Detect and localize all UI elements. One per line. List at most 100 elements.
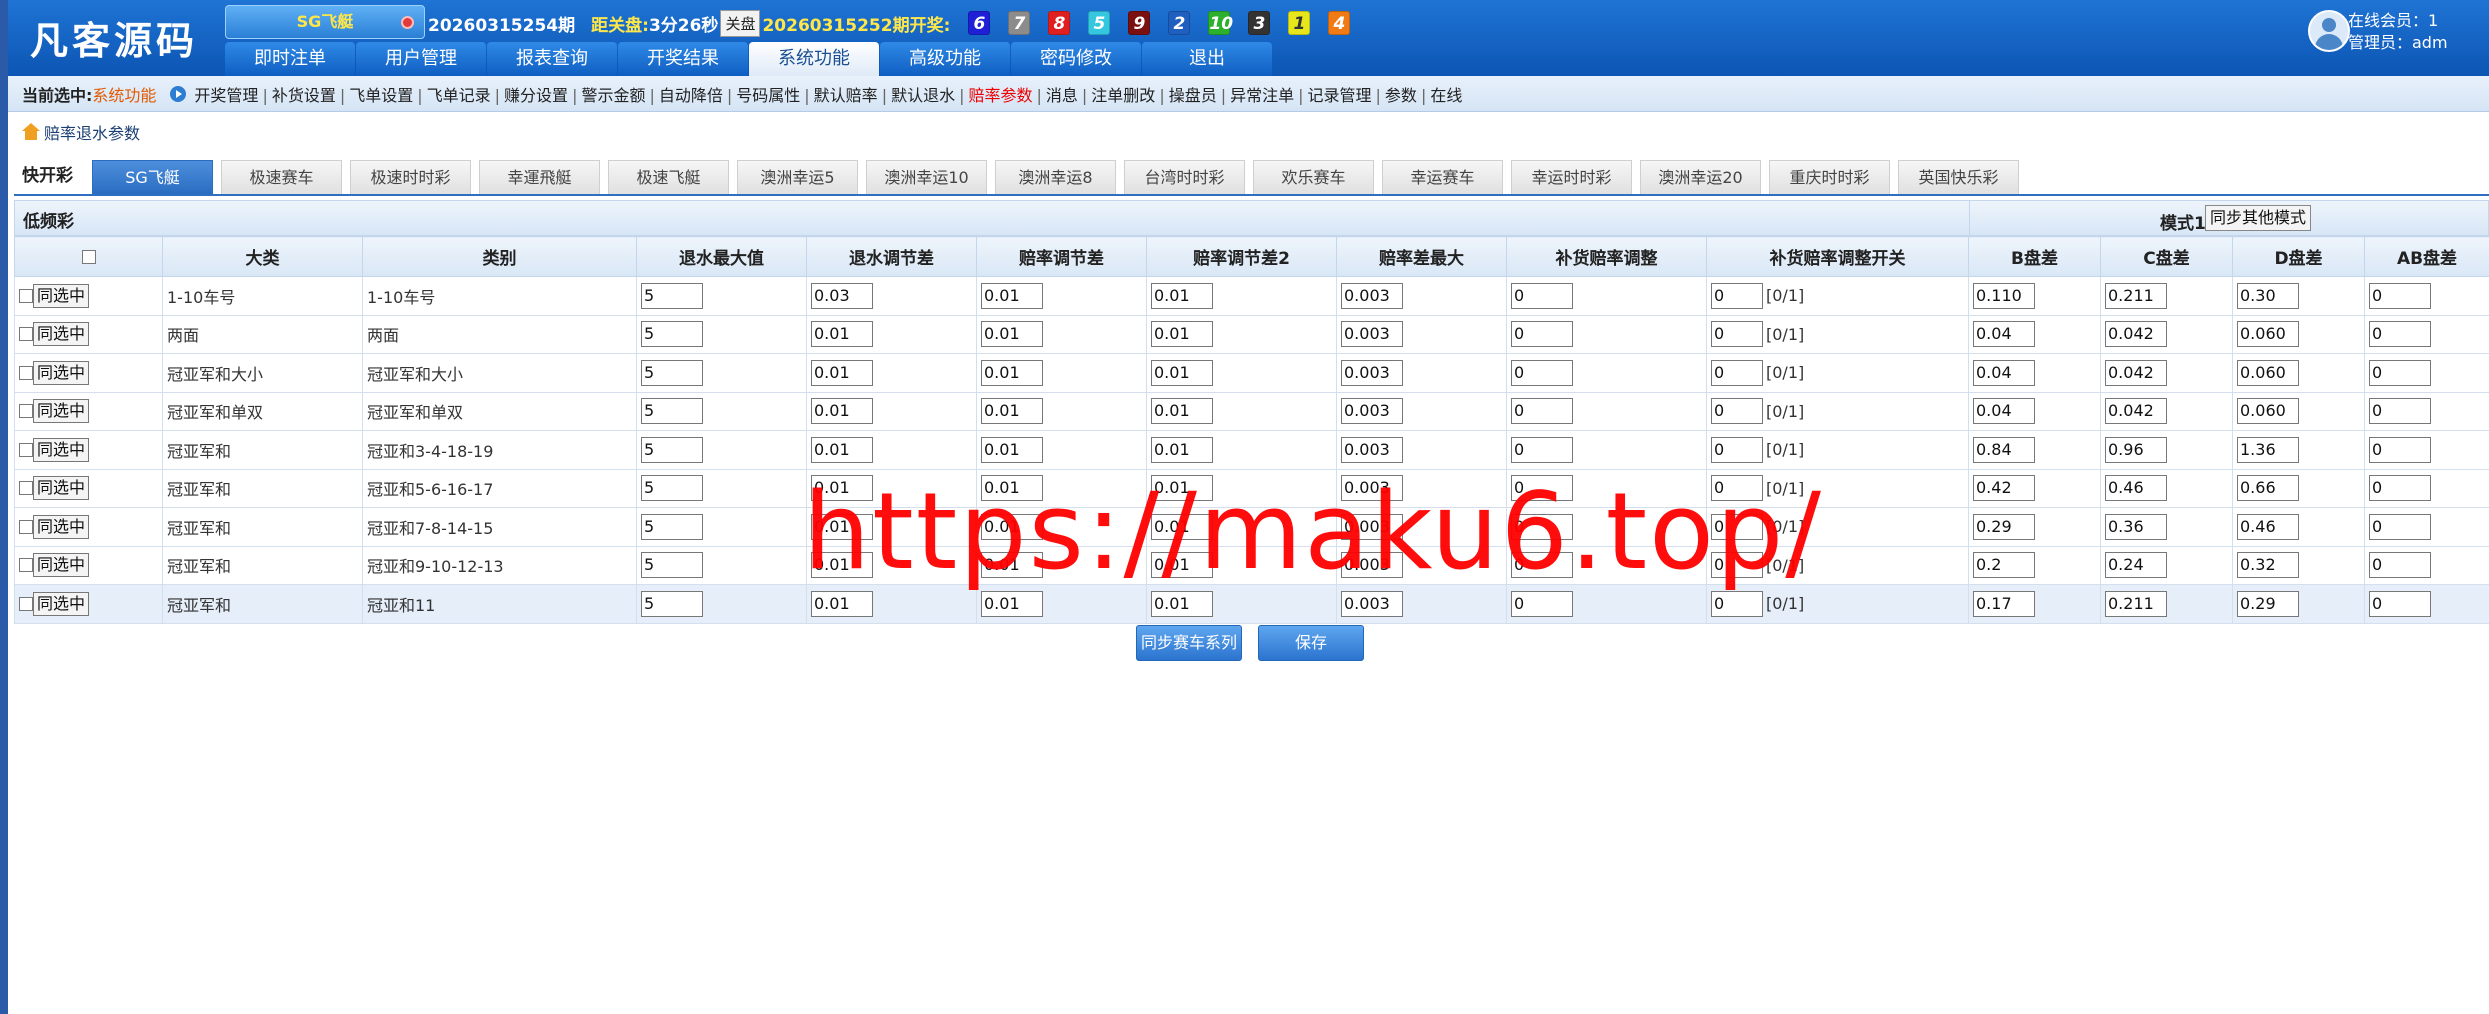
game-tab[interactable]: 台湾时时彩 [1124,160,1245,194]
value-input[interactable]: 0.211 [2105,282,2167,309]
value-input[interactable]: 0.01 [1151,321,1213,348]
value-input[interactable]: 0.46 [2237,513,2299,540]
sync-other-mode-button[interactable]: 同步其他模式 [2205,205,2312,231]
value-input[interactable]: 0 [1511,398,1573,425]
value-input[interactable]: 0 [1711,552,1763,579]
lottery-select[interactable]: SG飞艇 [225,5,425,39]
value-input[interactable]: 0 [1711,359,1763,386]
sync-selected-button[interactable]: 同选中 [33,437,90,462]
game-tab[interactable]: 幸運飛艇 [479,160,600,194]
value-input[interactable]: 0.17 [1973,590,2035,617]
sync-selected-button[interactable]: 同选中 [33,591,90,616]
value-input[interactable]: 0 [1711,282,1763,309]
game-tab[interactable]: 幸运赛车 [1382,160,1503,194]
value-input[interactable]: 0.01 [811,475,873,502]
value-input[interactable]: 0.003 [1341,282,1403,309]
value-input[interactable]: 5 [641,436,703,463]
sub-nav-item[interactable]: 警示金额 [581,86,645,105]
sub-nav-item[interactable]: 飞单设置 [349,86,413,105]
sub-nav-item[interactable]: 消息 [1046,86,1078,105]
value-input[interactable]: 0.01 [1151,282,1213,309]
game-tab[interactable]: SG飞艇 [92,160,213,194]
value-input[interactable]: 0.01 [811,436,873,463]
sub-nav-item[interactable]: 补货设置 [272,86,336,105]
sync-selected-button[interactable]: 同选中 [33,514,90,539]
value-input[interactable]: 0.01 [1151,513,1213,540]
save-button[interactable]: 保存 [1258,625,1364,661]
value-input[interactable]: 0.2 [1973,552,2035,579]
nav-tab[interactable]: 高级功能 [880,42,1010,76]
sync-selected-button[interactable]: 同选中 [33,399,90,424]
value-input[interactable]: 0.042 [2105,398,2167,425]
value-input[interactable]: 0.04 [1973,398,2035,425]
game-tab[interactable]: 澳洲幸运8 [995,160,1116,194]
value-input[interactable]: 0.46 [2105,475,2167,502]
close-market-button[interactable]: 关盘 [720,9,761,37]
value-input[interactable]: 0 [1711,321,1763,348]
value-input[interactable]: 0.01 [811,590,873,617]
value-input[interactable]: 0 [2369,398,2431,425]
value-input[interactable]: 0 [1511,321,1573,348]
value-input[interactable]: 0.003 [1341,513,1403,540]
value-input[interactable]: 0.003 [1341,359,1403,386]
game-tab[interactable]: 极速时时彩 [350,160,471,194]
value-input[interactable]: 0.84 [1973,436,2035,463]
value-input[interactable]: 5 [641,552,703,579]
value-input[interactable]: 0.01 [981,590,1043,617]
game-tab[interactable]: 澳洲幸运5 [737,160,858,194]
value-input[interactable]: 0.42 [1973,475,2035,502]
value-input[interactable]: 0 [2369,590,2431,617]
value-input[interactable]: 5 [641,282,703,309]
sync-selected-button[interactable]: 同选中 [33,283,90,308]
value-input[interactable]: 0.01 [1151,552,1213,579]
value-input[interactable]: 0.01 [1151,398,1213,425]
value-input[interactable]: 0.110 [1973,282,2035,309]
sub-nav-item[interactable]: 赚分设置 [504,86,568,105]
value-input[interactable]: 0.01 [981,513,1043,540]
sub-nav-item[interactable]: 记录管理 [1308,86,1372,105]
value-input[interactable]: 1.36 [2237,436,2299,463]
sub-nav-item[interactable]: 默认退水 [891,86,955,105]
value-input[interactable]: 0 [1511,359,1573,386]
game-tab[interactable]: 极速赛车 [221,160,342,194]
nav-tab[interactable]: 密码修改 [1011,42,1141,76]
nav-tab[interactable]: 用户管理 [356,42,486,76]
value-input[interactable]: 0.04 [1973,359,2035,386]
sub-nav-item[interactable]: 号码属性 [736,86,800,105]
value-input[interactable]: 0 [1511,436,1573,463]
sub-nav-item[interactable]: 默认赔率 [814,86,878,105]
value-input[interactable]: 0.01 [981,398,1043,425]
game-tab[interactable]: 英国快乐彩 [1898,160,2019,194]
value-input[interactable]: 0.01 [811,552,873,579]
sub-nav-item[interactable]: 飞单记录 [427,86,491,105]
home-icon[interactable] [22,123,40,141]
value-input[interactable]: 0.01 [981,436,1043,463]
row-checkbox[interactable] [19,481,33,496]
game-tab[interactable]: 极速飞艇 [608,160,729,194]
value-input[interactable]: 0.01 [981,359,1043,386]
row-checkbox[interactable] [19,442,33,457]
value-input[interactable]: 0 [2369,436,2431,463]
value-input[interactable]: 0 [2369,282,2431,309]
value-input[interactable]: 0.042 [2105,321,2167,348]
value-input[interactable]: 0 [1511,590,1573,617]
value-input[interactable]: 0.01 [811,513,873,540]
sub-nav-item[interactable]: 赔率参数 [968,86,1032,105]
value-input[interactable]: 0.24 [2105,552,2167,579]
value-input[interactable]: 0.060 [2237,359,2299,386]
sync-selected-button[interactable]: 同选中 [33,322,90,347]
value-input[interactable]: 0.30 [2237,282,2299,309]
value-input[interactable]: 0 [1711,475,1763,502]
value-input[interactable]: 0 [1711,590,1763,617]
value-input[interactable]: 0 [2369,552,2431,579]
value-input[interactable]: 5 [641,590,703,617]
value-input[interactable]: 0.29 [2237,590,2299,617]
value-input[interactable]: 0.01 [981,552,1043,579]
value-input[interactable]: 0.211 [2105,590,2167,617]
value-input[interactable]: 0.01 [811,398,873,425]
select-all-checkbox[interactable] [81,249,96,264]
value-input[interactable]: 0 [2369,475,2431,502]
value-input[interactable]: 0.01 [1151,436,1213,463]
row-checkbox[interactable] [19,558,33,573]
value-input[interactable]: 0.003 [1341,398,1403,425]
